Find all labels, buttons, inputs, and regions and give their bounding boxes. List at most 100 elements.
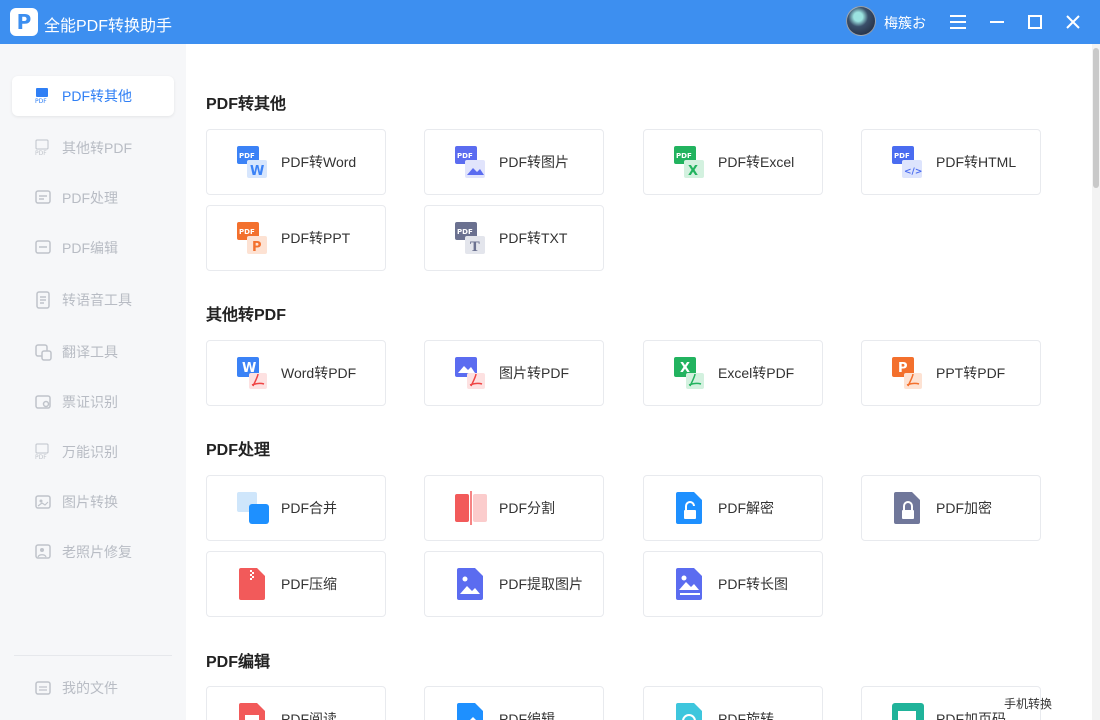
pdf-to-image-icon: PDF <box>453 144 489 180</box>
svg-text:PDF: PDF <box>676 152 692 160</box>
menu-button[interactable] <box>942 6 974 38</box>
tool-card-pdf-to-excel[interactable]: PDF X PDF转Excel <box>643 129 823 195</box>
sidebar-item-label: 票证识别 <box>62 394 118 410</box>
translate-icon <box>34 343 52 361</box>
tool-card-pdf-extract-image[interactable]: PDF提取图片 <box>424 551 604 617</box>
section-title: PDF编辑 <box>206 654 271 671</box>
pdf-to-txt-icon: PDF T <box>453 220 489 256</box>
close-icon <box>1066 15 1080 29</box>
excel-to-pdf-icon: X <box>672 355 708 391</box>
sidebar-item-other-to-pdf[interactable]: PDF 其他转PDF <box>12 128 174 168</box>
image-convert-icon <box>34 493 52 511</box>
minimize-button[interactable] <box>981 6 1013 38</box>
sidebar-item-speech-tool[interactable]: 转语音工具 <box>12 280 174 320</box>
sidebar-item-label: 图片转换 <box>62 494 118 510</box>
card-label: PDF转Word <box>281 154 357 170</box>
tool-card-pdf-to-word[interactable]: PDF W PDF转Word <box>206 129 386 195</box>
sidebar-item-photo-repair[interactable]: 老照片修复 <box>12 532 174 572</box>
pdf-to-word-icon: PDF W <box>235 144 271 180</box>
card-label: PDF转HTML <box>936 154 1017 170</box>
sidebar-item-label: 万能识别 <box>62 444 118 460</box>
tool-card-pdf-to-html[interactable]: PDF </> PDF转HTML <box>861 129 1041 195</box>
close-button[interactable] <box>1057 6 1089 38</box>
sidebar-item-label: PDF编辑 <box>62 240 118 256</box>
minimize-icon <box>990 21 1004 23</box>
mobile-convert-link[interactable]: 手机转换 <box>1004 695 1052 712</box>
svg-text:PDF: PDF <box>35 150 47 157</box>
long-image-icon <box>672 566 708 602</box>
avatar[interactable] <box>846 6 876 36</box>
tool-card-pdf-long-image[interactable]: PDF转长图 <box>643 551 823 617</box>
word-to-pdf-icon: W <box>235 355 271 391</box>
card-label: PDF转PPT <box>281 230 351 246</box>
tool-card-pdf-to-txt[interactable]: PDF T PDF转TXT <box>424 205 604 271</box>
card-label: PDF转长图 <box>718 576 788 592</box>
tool-card-pdf-merge[interactable]: PDF合并 <box>206 475 386 541</box>
hamburger-icon <box>950 15 966 29</box>
card-label: PDF编辑 <box>499 711 555 720</box>
tool-card-pdf-edit[interactable]: PDF编辑 <box>424 686 604 720</box>
pdf-icon: PDF <box>34 87 52 105</box>
card-label: Word转PDF <box>281 365 357 381</box>
extract-image-icon <box>453 566 489 602</box>
tool-card-pdf-split[interactable]: PDF分割 <box>424 475 604 541</box>
tool-card-image-to-pdf[interactable]: 图片转PDF <box>424 340 604 406</box>
sidebar-item-my-files[interactable]: 我的文件 <box>12 668 174 708</box>
sidebar-item-ticket-ocr[interactable]: 票证识别 <box>12 382 174 422</box>
app-title: 全能PDF转换助手 <box>44 18 173 35</box>
tool-card-pdf-encrypt[interactable]: PDF加密 <box>861 475 1041 541</box>
sidebar-item-label: 我的文件 <box>62 680 118 696</box>
svg-text:PDF: PDF <box>894 152 910 160</box>
scrollbar[interactable] <box>1092 44 1100 720</box>
sidebar-item-universal-ocr[interactable]: PDF 万能识别 <box>12 432 174 472</box>
tool-card-pdf-rotate[interactable]: PDF旋转 <box>643 686 823 720</box>
card-label: PDF压缩 <box>281 576 337 592</box>
sidebar-item-label: 老照片修复 <box>62 544 132 560</box>
tool-card-pdf-read[interactable]: PDF阅读 <box>206 686 386 720</box>
svg-text:</>: </> <box>904 167 922 177</box>
unlock-icon <box>672 490 708 526</box>
card-label: PDF分割 <box>499 500 555 516</box>
compress-icon <box>235 566 271 602</box>
rotate-icon <box>672 701 708 720</box>
tool-card-pdf-to-image[interactable]: PDF PDF转图片 <box>424 129 604 195</box>
card-label: PDF阅读 <box>281 711 337 720</box>
sidebar-item-label: PDF转其他 <box>62 88 132 104</box>
svg-text:P: P <box>252 240 262 255</box>
card-label: Excel转PDF <box>718 365 795 381</box>
sidebar-item-image-convert[interactable]: 图片转换 <box>12 482 174 522</box>
username[interactable]: 梅簇お <box>884 13 926 33</box>
tool-card-pdf-decrypt[interactable]: PDF解密 <box>643 475 823 541</box>
sidebar-item-translate[interactable]: 翻译工具 <box>12 332 174 372</box>
sidebar-item-label: 转语音工具 <box>62 292 132 308</box>
card-label: PDF合并 <box>281 500 337 516</box>
tool-card-pdf-compress[interactable]: PDF压缩 <box>206 551 386 617</box>
pdf-icon: PDF <box>34 139 52 157</box>
sidebar-divider <box>14 655 172 656</box>
pdf-to-ppt-icon: PDF P <box>235 220 271 256</box>
svg-text:PDF: PDF <box>457 152 473 160</box>
tool-card-excel-to-pdf[interactable]: X Excel转PDF <box>643 340 823 406</box>
tool-card-pdf-to-ppt[interactable]: PDF P PDF转PPT <box>206 205 386 271</box>
maximize-icon <box>1028 15 1042 29</box>
card-label: PDF提取图片 <box>499 576 583 592</box>
section-title: 其他转PDF <box>206 307 287 324</box>
card-label: PPT转PDF <box>936 365 1006 381</box>
card-label: PDF旋转 <box>718 711 774 720</box>
maximize-button[interactable] <box>1019 6 1051 38</box>
read-icon <box>235 701 271 720</box>
pdf-to-html-icon: PDF </> <box>890 144 926 180</box>
photo-repair-icon <box>34 543 52 561</box>
card-label: PDF转图片 <box>499 154 569 170</box>
sidebar-item-pdf-edit[interactable]: PDF编辑 <box>12 228 174 268</box>
scrollbar-thumb[interactable] <box>1093 48 1099 188</box>
sidebar-item-label: PDF处理 <box>62 190 118 206</box>
sidebar-item-pdf-process[interactable]: PDF处理 <box>12 178 174 218</box>
tool-card-ppt-to-pdf[interactable]: P PPT转PDF <box>861 340 1041 406</box>
folder-icon <box>34 679 52 697</box>
sidebar-item-label: 翻译工具 <box>62 344 118 360</box>
pdf-process-icon <box>34 189 52 207</box>
svg-text:PDF: PDF <box>35 454 47 461</box>
sidebar-item-pdf-to-other[interactable]: PDF PDF转其他 <box>12 76 174 116</box>
tool-card-word-to-pdf[interactable]: W Word转PDF <box>206 340 386 406</box>
